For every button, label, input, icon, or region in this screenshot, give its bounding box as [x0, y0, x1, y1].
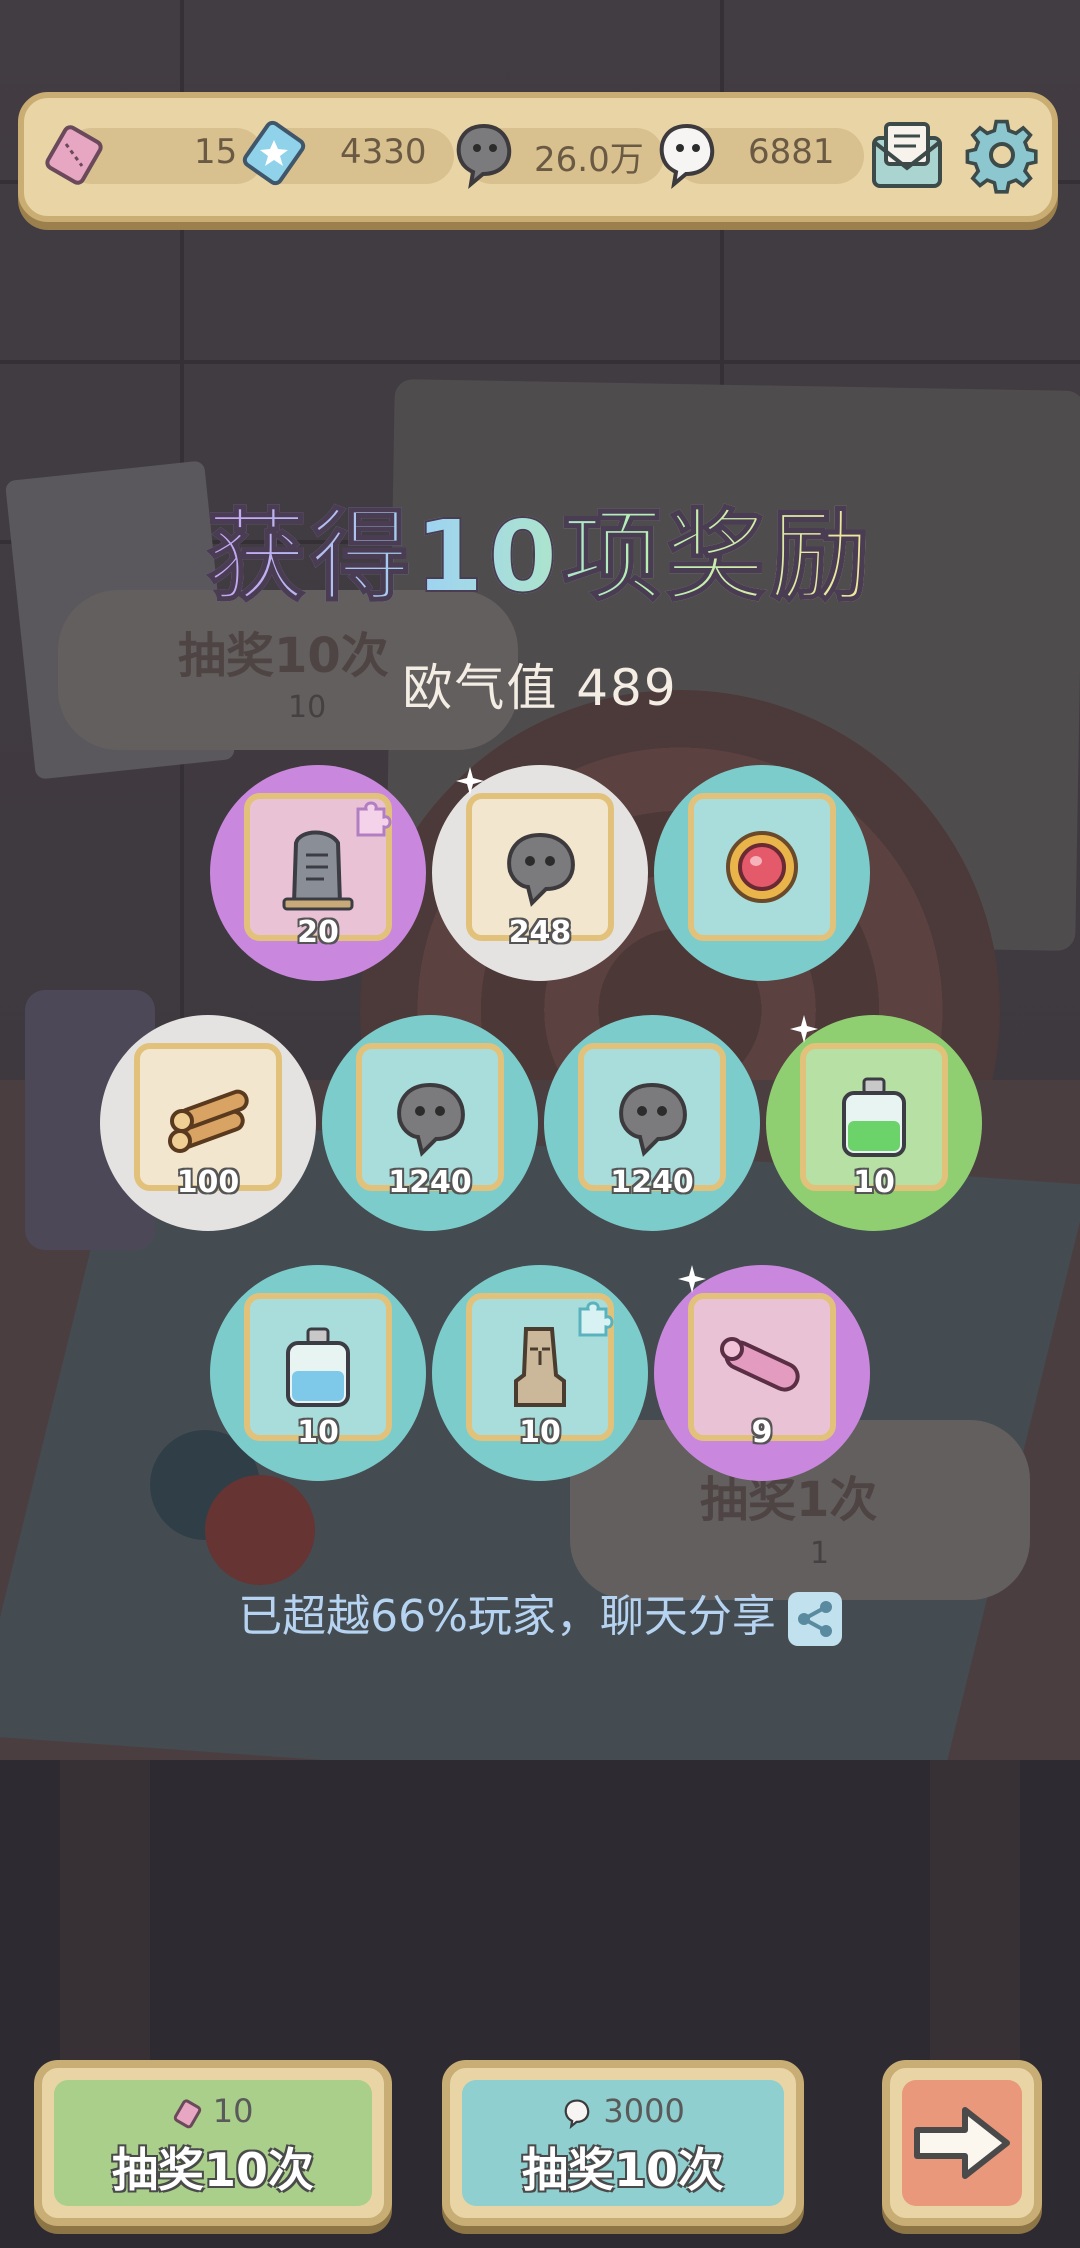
wood-logs-icon [168, 1089, 249, 1153]
reward-dark-bubble[interactable]: 1240 [322, 1015, 538, 1231]
sparkle-icon [790, 1015, 818, 1043]
reward-quantity: 9 [751, 1415, 773, 1450]
reward-pink-scroll[interactable]: 9 [654, 1265, 870, 1481]
mail-icon[interactable] [866, 118, 948, 194]
reward-stone-tablet[interactable]: 20 [210, 765, 426, 981]
reward-quantity: 1240 [610, 1165, 694, 1200]
ticket-value: 15 [194, 132, 238, 172]
resource-bar: 15 4330 26.0万 6881 [18, 92, 1058, 222]
ticket-icon [45, 125, 103, 185]
reward-quantity: 100 [176, 1165, 240, 1200]
sparkle-icon [456, 767, 484, 795]
reward-blue-potion[interactable]: 10 [210, 1265, 426, 1481]
reward-quantity: 20 [297, 915, 339, 950]
draw-10-bubble-label: 抽奖10次 [521, 2143, 724, 2197]
sparkle-icon [678, 1265, 706, 1293]
arrow-right-icon [914, 2107, 1010, 2179]
draw-10-bubble-button[interactable]: 3000 抽奖10次 [442, 2060, 804, 2226]
white-bubble-icon [659, 123, 715, 189]
reward-quantity: 10 [853, 1165, 895, 1200]
gear-icon[interactable] [962, 118, 1042, 198]
reward-dark-bubble[interactable]: 1240 [544, 1015, 760, 1231]
reward-quantity: 248 [508, 915, 572, 950]
white-bubble-value: 6881 [748, 132, 835, 172]
reward-quantity: 10 [297, 1415, 339, 1450]
reward-moai-statue[interactable]: 10 [432, 1265, 648, 1481]
dark-bubble-icon [397, 1082, 465, 1157]
share-row[interactable]: 已超越66%玩家，聊天分享 [0, 1580, 1080, 1646]
blue-potion-icon [286, 1327, 350, 1407]
dark-bubble-icon [507, 832, 575, 907]
dark-bubble-icon [619, 1082, 687, 1157]
ticket-icon [173, 2099, 201, 2129]
reward-quantity: 1240 [388, 1165, 472, 1200]
gem-brooch-icon [726, 831, 798, 903]
white-bubble-icon [564, 2099, 590, 2130]
dark-bubble-icon [456, 123, 512, 189]
reward-quantity: 10 [519, 1415, 561, 1450]
draw-10-ticket-label: 抽奖10次 [111, 2143, 314, 2197]
reward-gem-brooch[interactable] [654, 765, 870, 981]
puzzle-badge-icon [356, 801, 392, 837]
reward-dark-bubble[interactable]: 248 [432, 765, 648, 981]
draw-10-ticket-button[interactable]: 10 抽奖10次 [34, 2060, 392, 2226]
share-icon[interactable] [787, 1592, 842, 1646]
pink-scroll-icon [720, 1337, 800, 1392]
green-potion-icon [842, 1077, 906, 1157]
star-ticket-value: 4330 [340, 132, 427, 172]
reward-title: 获得10项奖励 [0, 475, 1080, 620]
star-ticket-icon [242, 120, 306, 186]
draw-10-ticket-cost: 10 [212, 2092, 254, 2130]
reward-wood-logs[interactable]: 100 [100, 1015, 316, 1231]
reward-green-potion[interactable]: 10 [766, 1015, 982, 1231]
dark-bubble-value: 26.0万 [534, 140, 644, 180]
share-text: 已超越66%玩家，聊天分享 [238, 1591, 776, 1642]
puzzle-badge-icon [578, 1301, 614, 1337]
draw-10-bubble-cost: 3000 [603, 2092, 685, 2130]
next-button[interactable] [882, 2060, 1042, 2226]
luck-value: 欧气值 489 [402, 659, 678, 717]
